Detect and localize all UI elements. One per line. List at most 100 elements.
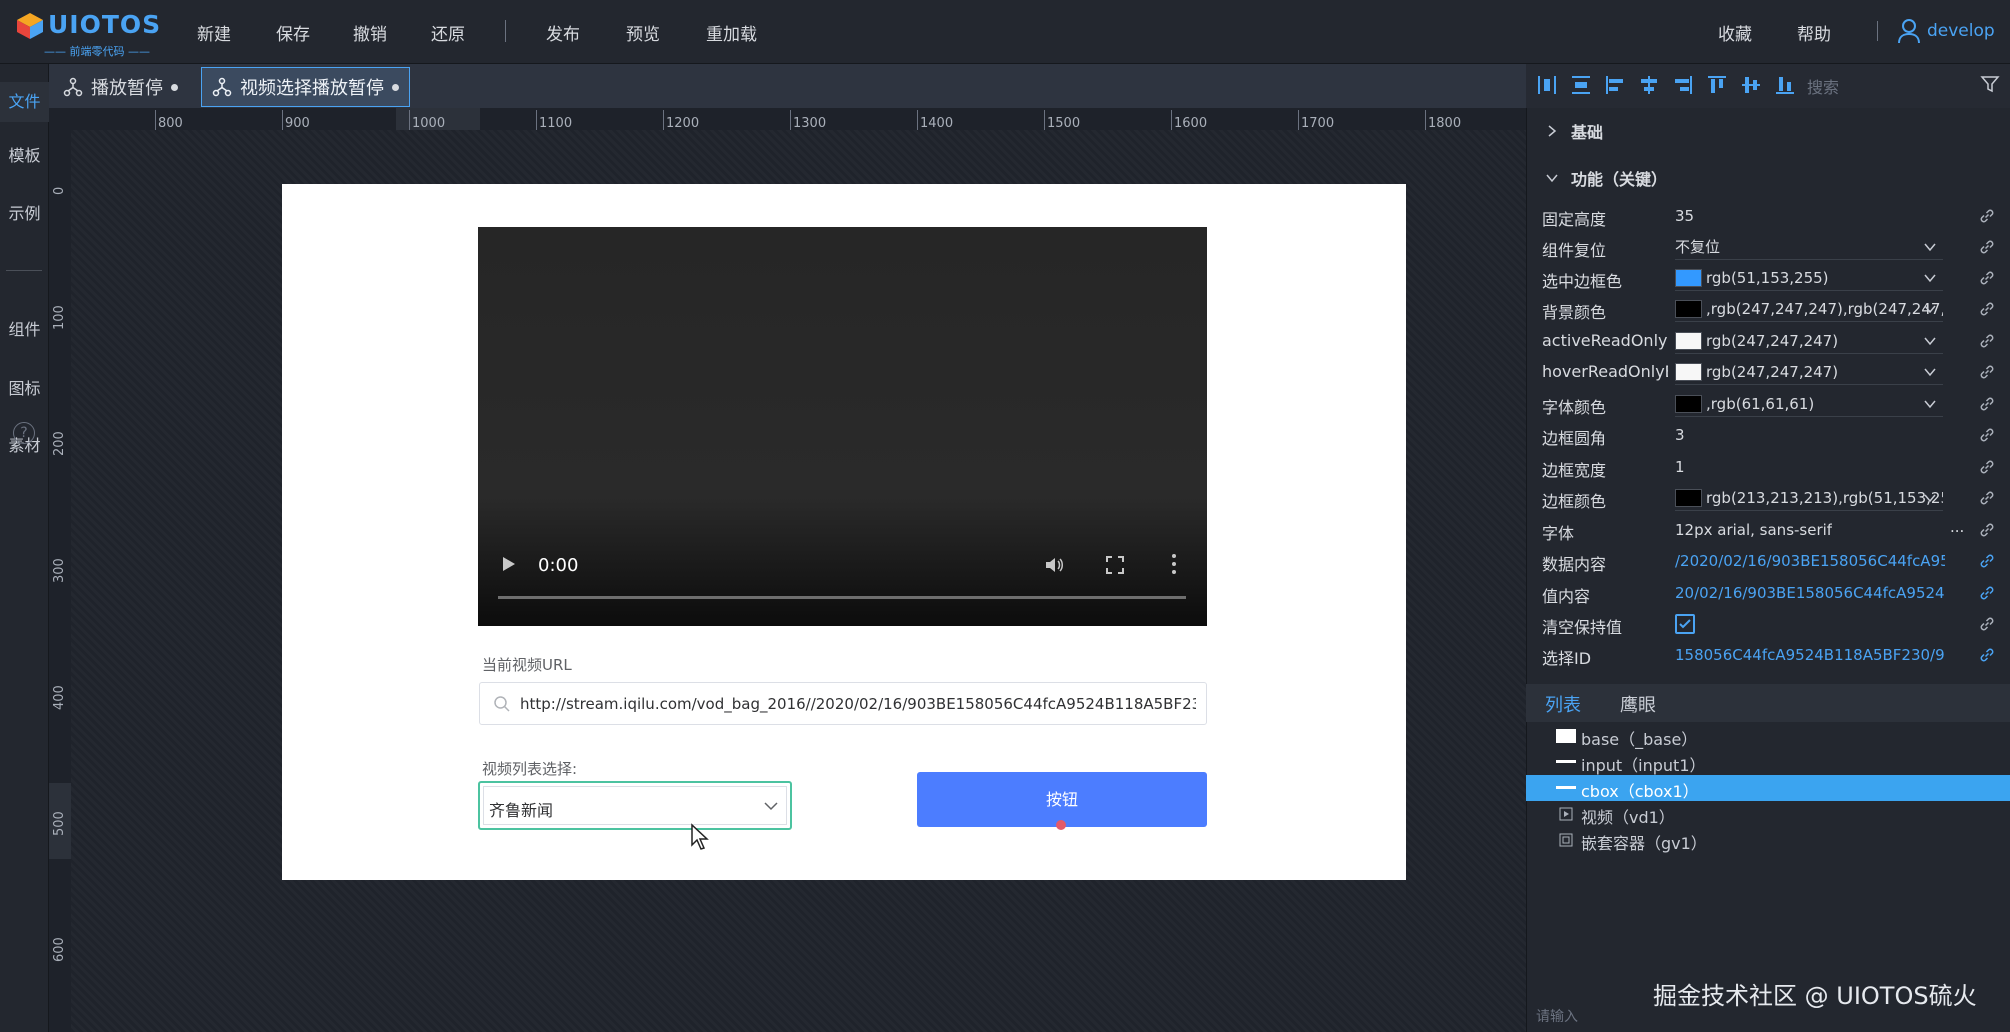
tab-play-pause[interactable]: 播放暂停 bbox=[53, 67, 188, 107]
prop-active-readonly-select[interactable]: rgb(247,247,247) bbox=[1675, 328, 1943, 354]
action-button[interactable]: 按钮 bbox=[917, 772, 1207, 827]
prop-radius-input[interactable]: 3 bbox=[1675, 426, 1685, 444]
prop-font-more-button[interactable]: ... bbox=[1950, 518, 1964, 536]
menu-reload[interactable]: 重加载 bbox=[706, 20, 757, 45]
video-node-icon bbox=[1559, 807, 1573, 821]
ruler-label: 1400 bbox=[920, 116, 954, 131]
logo-text: UIOTOS bbox=[48, 10, 162, 39]
prop-reset-select[interactable]: 不复位 bbox=[1675, 234, 1943, 260]
menu-favorites[interactable]: 收藏 bbox=[1718, 20, 1752, 45]
ruler-label: 200 bbox=[52, 431, 67, 456]
align-center-h-icon[interactable] bbox=[1638, 74, 1660, 96]
video-player[interactable] bbox=[478, 227, 1207, 626]
fullscreen-icon[interactable] bbox=[1106, 556, 1124, 574]
prop-hover-readonly-select[interactable]: rgb(247,247,247) bbox=[1675, 359, 1943, 385]
command-input[interactable]: 请输入 bbox=[1536, 1006, 1578, 1026]
align-distribute-h-icon[interactable] bbox=[1536, 74, 1558, 96]
ruler-tick bbox=[1298, 110, 1299, 130]
nav-example[interactable]: 示例 bbox=[0, 200, 49, 224]
align-middle-icon[interactable] bbox=[1740, 74, 1762, 96]
nav-file[interactable]: 文件 bbox=[0, 82, 49, 122]
prop-data-content-input[interactable]: /2020/02/16/903BE158056C44fcA9524B11 bbox=[1675, 552, 1945, 570]
link-icon[interactable] bbox=[1978, 300, 1996, 318]
property-search-input[interactable]: 搜索 bbox=[1807, 74, 1839, 98]
link-icon[interactable] bbox=[1978, 615, 1996, 633]
link-icon[interactable] bbox=[1978, 426, 1996, 444]
link-icon[interactable] bbox=[1978, 363, 1996, 381]
menu-redo[interactable]: 还原 bbox=[431, 20, 465, 45]
link-icon[interactable] bbox=[1978, 395, 1996, 413]
prop-value: ,rgb(61,61,61) bbox=[1706, 394, 1815, 413]
tab-video-select[interactable]: 视频选择播放暂停 bbox=[201, 67, 410, 107]
menu-undo[interactable]: 撤销 bbox=[353, 20, 387, 45]
align-top-icon[interactable] bbox=[1706, 74, 1728, 96]
tab-list[interactable]: 列表 bbox=[1545, 691, 1581, 717]
more-vertical-icon[interactable] bbox=[1170, 553, 1178, 575]
align-left-icon[interactable] bbox=[1604, 74, 1626, 96]
color-swatch[interactable] bbox=[1675, 331, 1702, 350]
section-basic-label: 基础 bbox=[1571, 123, 1604, 142]
prop-fixed-height-input[interactable]: 35 bbox=[1675, 207, 1694, 225]
prop-clear-keep-checkbox[interactable] bbox=[1675, 614, 1695, 634]
color-swatch[interactable] bbox=[1675, 394, 1702, 413]
help-icon[interactable]: ? bbox=[13, 422, 35, 444]
unsaved-dot bbox=[392, 83, 399, 91]
ruler-tick bbox=[1425, 110, 1426, 130]
tab-eagle-eye[interactable]: 鹰眼 bbox=[1620, 691, 1656, 717]
align-bottom-icon[interactable] bbox=[1774, 74, 1796, 96]
menu-save[interactable]: 保存 bbox=[276, 20, 310, 45]
chevron-down-icon bbox=[1924, 400, 1936, 409]
video-list-select[interactable]: 齐鲁新闻 bbox=[478, 781, 792, 830]
ruler-tick bbox=[790, 110, 791, 130]
chevron-down-icon bbox=[1924, 274, 1936, 283]
video-progress-bar[interactable] bbox=[498, 596, 1186, 599]
color-swatch[interactable] bbox=[1675, 268, 1702, 287]
filter-icon[interactable] bbox=[1980, 74, 2000, 94]
color-swatch[interactable] bbox=[1675, 488, 1702, 507]
search-icon bbox=[494, 696, 510, 712]
prop-selected-border-select[interactable]: rgb(51,153,255) bbox=[1675, 265, 1943, 291]
nav-template[interactable]: 模板 bbox=[0, 142, 49, 166]
menu-preview[interactable]: 预览 bbox=[626, 20, 660, 45]
chevron-down-icon bbox=[1924, 337, 1936, 346]
link-icon[interactable] bbox=[1978, 584, 1996, 602]
play-icon[interactable] bbox=[503, 557, 515, 571]
prop-border-color-select[interactable]: rgb(213,213,213),rgb(51,153,255) bbox=[1675, 485, 1943, 511]
section-basic[interactable]: 基础 bbox=[1545, 119, 1603, 143]
link-icon[interactable] bbox=[1978, 521, 1996, 539]
url-input[interactable]: http://stream.iqilu.com/vod_bag_2016//20… bbox=[479, 682, 1207, 725]
nav-component[interactable]: 组件 bbox=[0, 316, 49, 340]
menu-publish[interactable]: 发布 bbox=[546, 20, 580, 45]
nav-icon[interactable]: 图标 bbox=[0, 375, 49, 399]
prop-font-input[interactable]: 12px arial, sans-serif bbox=[1675, 521, 1832, 539]
prop-label: hoverReadOnlyBa bbox=[1542, 362, 1668, 381]
prop-value-content-input[interactable]: 20/02/16/903BE158056C44fcA9524B118A5 bbox=[1675, 584, 1945, 602]
top-bar: UIOTOS —— 前端零代码 —— 新建 保存 撤销 还原 发布 预览 重加载… bbox=[0, 0, 2010, 64]
menu-help[interactable]: 帮助 bbox=[1797, 20, 1831, 45]
link-icon[interactable] bbox=[1978, 489, 1996, 507]
section-function[interactable]: 功能（关键） bbox=[1545, 166, 1667, 190]
mouse-cursor-icon bbox=[691, 823, 709, 850]
align-distribute-v-icon[interactable] bbox=[1570, 74, 1592, 96]
link-icon[interactable] bbox=[1978, 238, 1996, 256]
volume-icon[interactable] bbox=[1044, 555, 1064, 575]
link-icon[interactable] bbox=[1978, 207, 1996, 225]
prop-value: ,rgb(247,247,247),rgb(247,247,24 bbox=[1706, 299, 1943, 318]
link-icon[interactable] bbox=[1978, 269, 1996, 287]
color-swatch[interactable] bbox=[1675, 362, 1702, 381]
link-icon[interactable] bbox=[1978, 458, 1996, 476]
link-icon[interactable] bbox=[1978, 552, 1996, 570]
ruler-label: 1600 bbox=[1174, 116, 1208, 131]
prop-select-id-input[interactable]: 158056C44fcA9524B118A5BF230/903BE1 bbox=[1675, 646, 1945, 664]
align-right-icon[interactable] bbox=[1672, 74, 1694, 96]
link-icon[interactable] bbox=[1978, 332, 1996, 350]
user-menu[interactable]: develop bbox=[1897, 17, 1995, 45]
ruler-label: 1700 bbox=[1301, 116, 1335, 131]
menu-new[interactable]: 新建 bbox=[197, 20, 231, 45]
ruler-label: 1200 bbox=[666, 116, 700, 131]
link-icon[interactable] bbox=[1978, 646, 1996, 664]
prop-bg-color-select[interactable]: ,rgb(247,247,247),rgb(247,247,24 bbox=[1675, 296, 1943, 322]
prop-font-color-select[interactable]: ,rgb(61,61,61) bbox=[1675, 391, 1943, 417]
prop-border-width-input[interactable]: 1 bbox=[1675, 458, 1685, 476]
color-swatch[interactable] bbox=[1675, 299, 1702, 318]
